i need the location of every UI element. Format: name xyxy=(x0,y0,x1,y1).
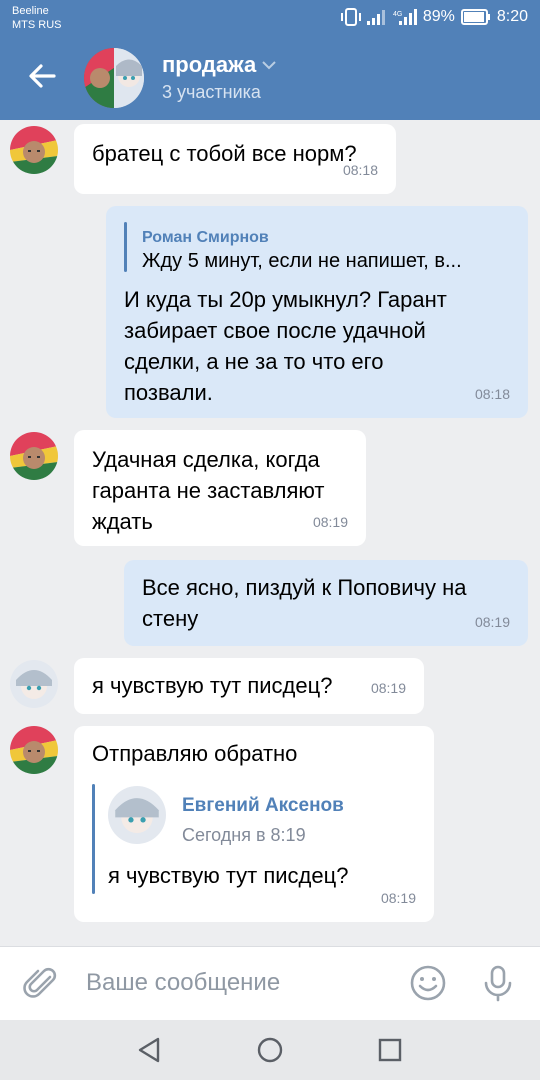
message-time: 08:19 xyxy=(312,514,348,530)
carrier-1: Beeline xyxy=(12,5,49,17)
message-text: я чувствую тут писдец? xyxy=(92,673,333,698)
message-line: стену xyxy=(142,606,199,631)
participants-count: 3 участника xyxy=(162,82,261,102)
message-text: И куда ты 20р умыкнул? Гарант забирает с… xyxy=(124,284,447,408)
avatar-tekashi[interactable] xyxy=(10,726,58,774)
message-text: Удачная сделка, когда гаранта не заставл… xyxy=(92,444,324,537)
forward-author[interactable]: Евгений Аксенов xyxy=(182,790,344,821)
forward-avatar[interactable] xyxy=(108,786,166,844)
message-time: 08:19 xyxy=(380,890,416,906)
group-avatar[interactable] xyxy=(84,48,144,108)
status-bar: Beeline MTS RUS 4G 89% 8:20 xyxy=(0,0,540,36)
message-time: 08:18 xyxy=(474,386,510,402)
nav-recents-icon[interactable] xyxy=(374,1034,406,1066)
chat-header: продажа 3 участника xyxy=(0,36,540,120)
microphone-icon[interactable] xyxy=(478,963,518,1003)
quote-bar xyxy=(124,222,127,272)
message-line: Все ясно, пиздуй к Поповичу на xyxy=(142,575,467,600)
battery-icon xyxy=(460,9,490,25)
system-nav-bar xyxy=(0,1020,540,1080)
message-text: Отправляю обратно xyxy=(92,741,298,766)
message-bubble-outgoing[interactable]: Роман Смирнов Жду 5 минут, если не напиш… xyxy=(106,206,528,418)
message-line: ждать xyxy=(92,509,153,534)
signal-4g-icon: 4G xyxy=(393,9,417,25)
message-time: 08:18 xyxy=(342,162,378,178)
nav-back-icon[interactable] xyxy=(134,1034,166,1066)
chat-title-text: продажа xyxy=(162,52,257,77)
message-input-bar: Ваше сообщение xyxy=(0,946,540,1020)
message-line: И куда ты 20р умыкнул? Гарант xyxy=(124,287,447,312)
message-bubble[interactable]: Отправляю обратно Евгений Аксенов Сегодн… xyxy=(74,726,434,922)
forward-text: я чувствую тут писдец? xyxy=(108,863,349,888)
message-input[interactable]: Ваше сообщение xyxy=(86,969,280,997)
message-text: братец с тобой все норм? xyxy=(92,141,357,166)
message-bubble[interactable]: братец с тобой все норм? 08:18 xyxy=(74,124,396,194)
battery-percent: 89% xyxy=(422,8,455,25)
carrier-info: Beeline MTS RUS xyxy=(12,4,62,32)
message-bubble[interactable]: Удачная сделка, когда гаранта не заставл… xyxy=(74,430,366,546)
avatar-tekashi[interactable] xyxy=(10,432,58,480)
message-bubble-outgoing[interactable]: Все ясно, пиздуй к Поповичу на стену 08:… xyxy=(124,560,528,646)
emoji-icon[interactable] xyxy=(408,963,448,1003)
message-line: гаранта не заставляют xyxy=(92,478,325,503)
forward-bar xyxy=(92,784,95,894)
carrier-2: MTS RUS xyxy=(12,19,62,31)
message-time: 08:19 xyxy=(474,614,510,630)
message-line: позвали. xyxy=(124,380,213,405)
message-line: забирает свое после удачной xyxy=(124,318,426,343)
nav-home-icon[interactable] xyxy=(254,1034,286,1066)
forward-date: Сегодня в 8:19 xyxy=(182,825,306,845)
message-text: Все ясно, пиздуй к Поповичу на стену xyxy=(142,572,466,634)
attach-icon[interactable] xyxy=(22,963,62,1003)
clock: 8:20 xyxy=(496,8,528,25)
chat-title[interactable]: продажа xyxy=(162,52,276,78)
status-icons: 4G 89% 8:20 xyxy=(340,8,528,26)
svg-text:4G: 4G xyxy=(393,11,402,18)
chevron-down-icon xyxy=(262,61,276,70)
back-arrow-icon[interactable] xyxy=(24,58,60,94)
vibrate-icon xyxy=(340,8,361,26)
avatar-tekashi[interactable] xyxy=(10,126,58,174)
message-list[interactable]: братец с тобой все норм? 08:18 Роман Сми… xyxy=(0,120,540,946)
avatar-evgeny[interactable] xyxy=(10,660,58,708)
message-line: Удачная сделка, когда xyxy=(92,447,320,472)
signal-icon xyxy=(366,10,385,25)
message-line: сделки, а не за то что его xyxy=(124,349,384,374)
message-bubble[interactable]: я чувствую тут писдец? 08:19 xyxy=(74,658,424,714)
quote-text: Жду 5 минут, если не напишет, в... xyxy=(142,250,462,272)
message-time: 08:19 xyxy=(370,680,406,696)
